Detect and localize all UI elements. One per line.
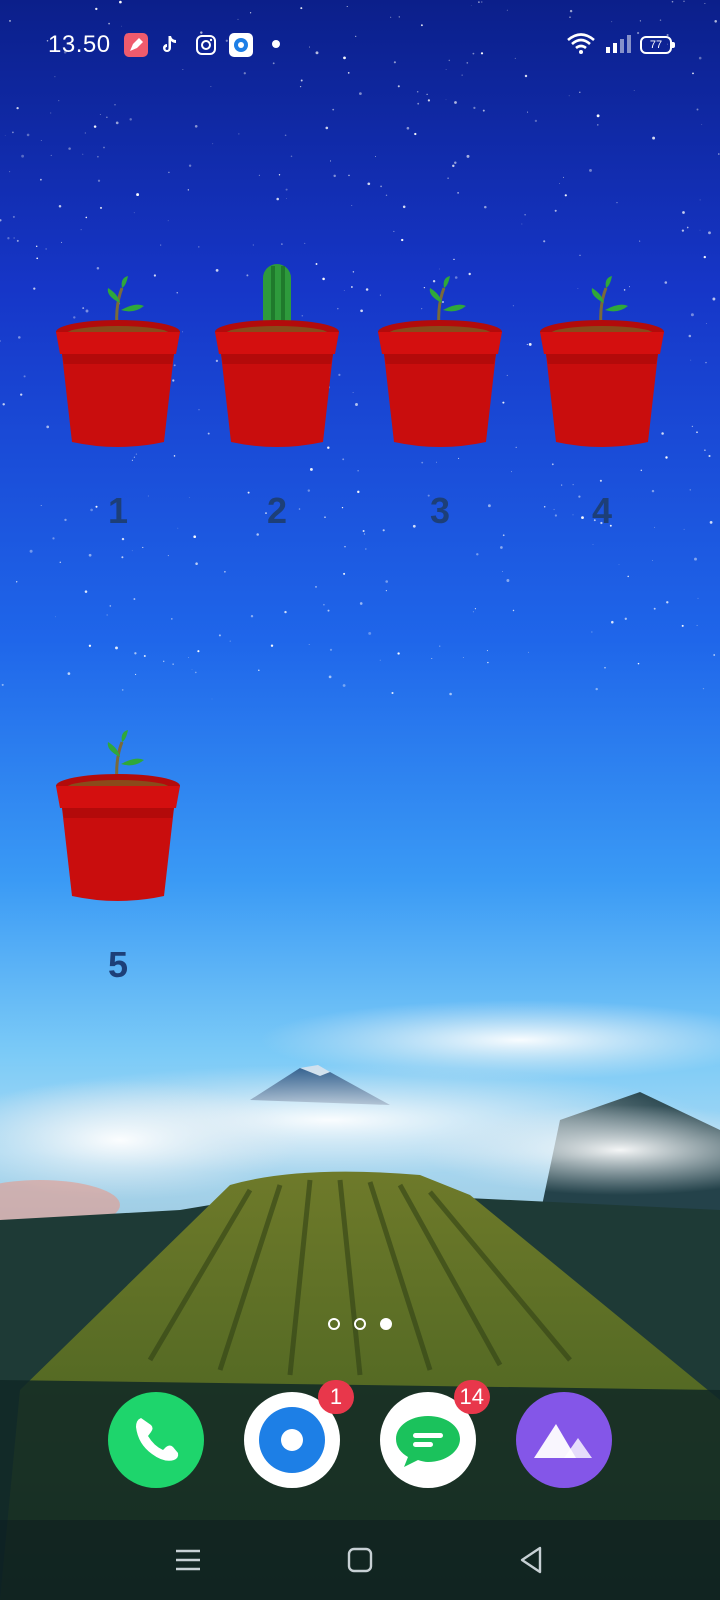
browser-app[interactable]: 1 [244,1380,354,1488]
phone-icon [108,1392,204,1488]
sprout-pot-icon [378,276,502,447]
wifi-icon [566,31,596,60]
status-bar: 13.50 77 [0,0,720,90]
photos-app[interactable] [516,1392,612,1488]
cactus-pot-icon [215,264,339,447]
phone-app[interactable] [108,1392,204,1488]
plant-widget-label: 4 [591,490,613,531]
page-dot-1[interactable] [328,1318,340,1330]
signal-icon [604,31,632,60]
status-clock: 13.50 [48,31,111,58]
instagram-icon [194,33,218,57]
notification-badge: 14 [453,1380,490,1414]
more-notifications-dot [272,40,280,48]
sprout-pot-icon [540,276,664,447]
messages-app[interactable]: 14 [380,1380,490,1488]
volcano-landscape-background [0,1000,720,1600]
photos-icon [516,1392,612,1488]
battery-indicator: 77 [640,36,675,54]
notification-badge: 1 [318,1380,354,1414]
plant-widget-label: 2 [266,490,288,531]
browser-app-icon [229,33,253,57]
plant-widget-label: 3 [429,490,451,531]
menu-icon[interactable] [168,1540,208,1580]
page-dot-2[interactable] [354,1318,366,1330]
sprout-pot-icon [56,730,180,901]
back-icon[interactable] [512,1540,552,1580]
home-icon[interactable] [340,1540,380,1580]
pen-app-icon [124,33,148,57]
navigation-bar [0,1520,720,1600]
plant-widget-label: 5 [107,944,129,985]
tiktok-icon [158,33,182,57]
plant-widget-label: 1 [107,490,129,531]
sprout-pot-icon [56,276,180,447]
page-dot-3-active[interactable] [380,1318,392,1330]
page-indicator[interactable] [0,1318,720,1330]
